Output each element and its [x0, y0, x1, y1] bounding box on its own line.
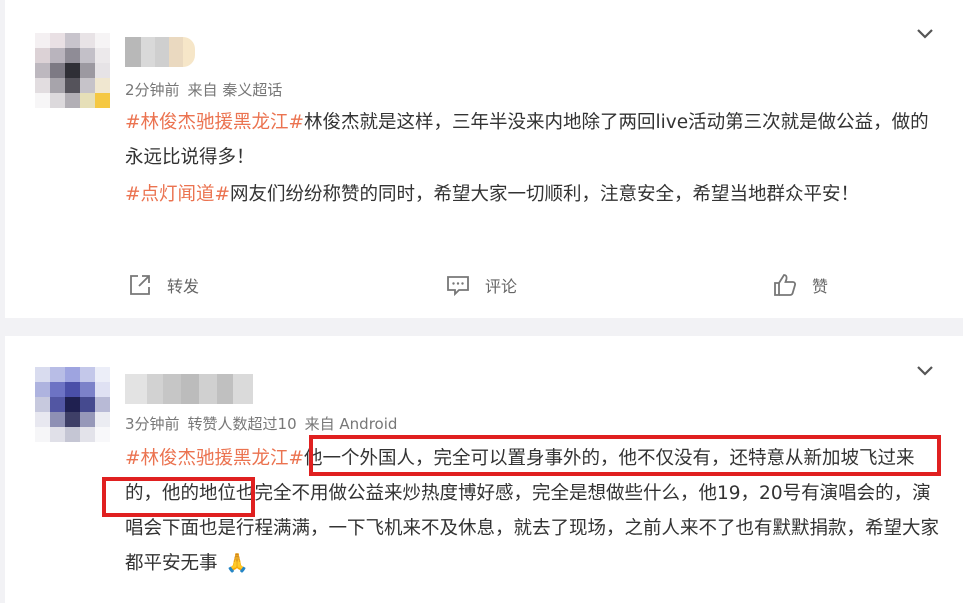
post-source[interactable]: 来自 Android: [305, 415, 398, 433]
topic-link[interactable]: #点灯闻道#: [125, 184, 230, 205]
post-text: #林俊杰驰援黑龙江#林俊杰就是这样，三年半没来内地除了两回live活动第三次就是…: [125, 105, 945, 212]
post-meta: 3分钟前 转赞人数超过10 来自 Android: [125, 413, 397, 434]
avatar[interactable]: [35, 367, 110, 442]
post-text: #林俊杰驰援黑龙江#他一个外国人，完全可以置身事外的，他不仅没有，还特意从新加坡…: [125, 441, 945, 581]
pray-emoji: 🙏: [225, 553, 249, 574]
post-body: 网友们纷纷称赞的同时，希望大家一切顺利，注意安全，希望当地群众平安！: [230, 184, 860, 205]
avatar[interactable]: [35, 33, 110, 108]
comment-icon: [447, 276, 469, 297]
post-time[interactable]: 2分钟前: [125, 81, 180, 99]
like-icon: [774, 274, 797, 296]
post-card-2: 3分钟前 转赞人数超过10 来自 Android #林俊杰驰援黑龙江#他一个外国人，…: [5, 336, 963, 603]
repost-label: 转发: [167, 277, 200, 296]
like-button[interactable]: 赞: [772, 272, 828, 298]
username[interactable]: [125, 37, 195, 67]
post-time[interactable]: 3分钟前: [125, 415, 180, 433]
like-label: 赞: [812, 277, 829, 296]
username[interactable]: [125, 374, 253, 404]
topic-link[interactable]: #林俊杰驰援黑龙江#: [125, 448, 304, 469]
post-card-1: 2分钟前 来自 秦义超话 #林俊杰驰援黑龙江#林俊杰就是这样，三年半没来内地除了两…: [5, 0, 963, 318]
comment-label: 评论: [485, 277, 518, 296]
repost-count: 转赞人数超过10: [187, 415, 297, 433]
topic-link[interactable]: #林俊杰驰援黑龙江#: [125, 112, 304, 133]
repost-button[interactable]: 转发: [127, 272, 199, 298]
post-meta: 2分钟前 来自 秦义超话: [125, 79, 282, 100]
post-source[interactable]: 来自 秦义超话: [188, 81, 283, 99]
comment-button[interactable]: 评论: [445, 272, 517, 298]
chevron-down-icon[interactable]: [915, 26, 935, 40]
repost-icon: [130, 275, 150, 295]
chevron-down-icon[interactable]: [915, 363, 935, 377]
